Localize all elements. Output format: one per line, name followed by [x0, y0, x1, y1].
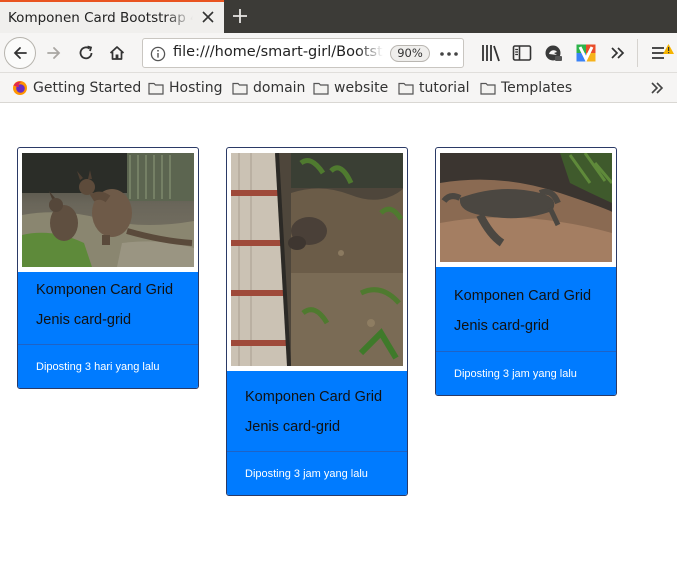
card-body: Komponen Card Grid Jenis card-grid: [227, 371, 407, 451]
bookmark-label: website: [334, 80, 389, 96]
bookmarks-overflow-icon[interactable]: [649, 80, 665, 96]
navigation-toolbar: file:///home/smart-girl/Bootstrap 90%: [0, 33, 677, 73]
card-komodo: Komponen Card Grid Jenis card-grid Dipos…: [435, 147, 617, 396]
folder-icon: [232, 82, 248, 95]
boar-photo: [231, 153, 403, 366]
browser-tab[interactable]: Komponen Card Bootstrap 4: [0, 0, 224, 33]
back-arrow-icon: [13, 47, 27, 59]
card-text: Jenis card-grid: [36, 312, 132, 328]
home-icon: [109, 46, 125, 60]
bookmark-label: tutorial: [419, 80, 470, 96]
tab-strip: Komponen Card Bootstrap 4: [0, 0, 677, 33]
sidebar-icon[interactable]: [511, 43, 533, 63]
card-footer: Diposting 3 jam yang lalu: [436, 351, 616, 395]
card-text: Jenis card-grid: [454, 318, 550, 334]
bookmark-label: Hosting: [169, 80, 223, 96]
bookmarks-toolbar: Getting Started Hosting domain website t…: [0, 73, 677, 103]
folder-icon: [480, 82, 496, 95]
bookmark-domain[interactable]: domain: [232, 79, 305, 97]
url-text[interactable]: file:///home/smart-girl/Bootstrap: [173, 44, 383, 60]
address-bar[interactable]: file:///home/smart-girl/Bootstrap 90%: [142, 38, 464, 68]
page-actions-icon[interactable]: [438, 45, 460, 63]
card-text: Jenis card-grid: [245, 419, 341, 435]
forward-arrow-icon: [47, 47, 61, 59]
card-wallaby: Komponen Card Grid Jenis card-grid Dipos…: [17, 147, 199, 389]
reload-button[interactable]: [70, 37, 102, 69]
back-button[interactable]: [4, 37, 36, 69]
reload-icon: [79, 45, 93, 60]
zoom-level-badge[interactable]: 90%: [390, 45, 430, 62]
folder-icon: [398, 82, 414, 95]
toolbar-separator: [637, 39, 638, 67]
folder-icon: [148, 82, 164, 95]
card-title: Komponen Card Grid: [245, 389, 383, 405]
card-boar: Komponen Card Grid Jenis card-grid Dipos…: [226, 147, 408, 496]
folder-icon: [313, 82, 329, 95]
card-body: Komponen Card Grid Jenis card-grid: [18, 272, 198, 344]
extension-icon[interactable]: [543, 43, 565, 63]
bookmark-label: Templates: [501, 80, 573, 96]
forward-button[interactable]: [38, 37, 70, 69]
bookmark-label: domain: [253, 80, 306, 96]
bookmark-hosting[interactable]: Hosting: [148, 79, 223, 97]
firefox-icon: [13, 81, 27, 95]
card-title: Komponen Card Grid: [36, 282, 174, 298]
komodo-photo: [440, 153, 612, 262]
overflow-chevron-icon[interactable]: [607, 43, 629, 63]
bookmark-templates[interactable]: Templates: [480, 79, 572, 97]
info-icon[interactable]: [150, 46, 166, 62]
close-icon[interactable]: [200, 9, 216, 25]
wallaby-photo: [22, 153, 194, 267]
plus-icon[interactable]: [231, 7, 249, 25]
bookmark-label: Getting Started: [33, 80, 142, 96]
library-icon[interactable]: [480, 43, 502, 63]
card-footer: Diposting 3 hari yang lalu: [18, 344, 198, 388]
home-button[interactable]: [101, 37, 133, 69]
card-footer: Diposting 3 jam yang lalu: [227, 451, 407, 495]
menu-icon[interactable]: [649, 43, 675, 63]
extension-v-icon[interactable]: [575, 43, 597, 63]
tab-title: Komponen Card Bootstrap 4: [8, 10, 193, 26]
card-title: Komponen Card Grid: [454, 288, 592, 304]
bookmark-tutorial[interactable]: tutorial: [398, 79, 470, 97]
card-body: Komponen Card Grid Jenis card-grid: [436, 267, 616, 351]
bookmark-getting-started[interactable]: Getting Started: [12, 79, 141, 97]
bookmark-website[interactable]: website: [313, 79, 388, 97]
